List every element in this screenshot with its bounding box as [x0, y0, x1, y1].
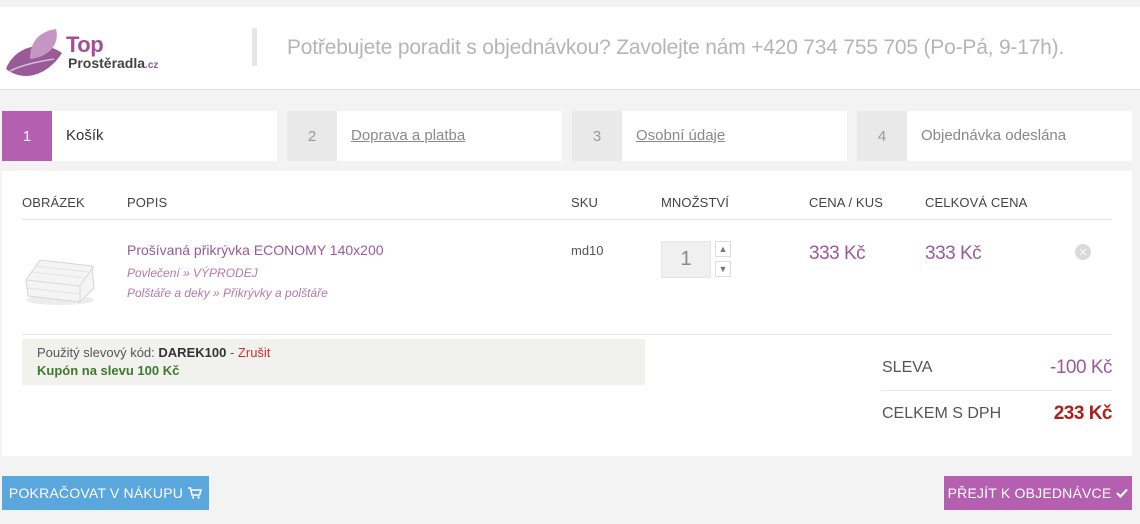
quantity-input[interactable]: 1 [661, 241, 711, 278]
header-description: POPIS [127, 195, 168, 210]
quantity-increase-button[interactable]: ▲ [715, 241, 731, 257]
line-total-price: 333 Kč [925, 243, 982, 264]
coupon-code: DAREK100 [158, 345, 227, 360]
header-sku: SKU [571, 195, 599, 210]
chevron-up-icon: ▲ [718, 244, 728, 254]
close-icon: ✕ [1078, 246, 1088, 259]
logo-sub-text: Prostěradla.cz [68, 55, 158, 71]
continue-shopping-button[interactable]: POKRAČOVAT V NÁKUPU [2, 476, 209, 510]
step-label[interactable]: Doprava a platba [351, 127, 465, 144]
discount-value: -100 Kč [1050, 357, 1112, 378]
header-image: OBRÁZEK [22, 195, 85, 210]
step-cart[interactable]: 1 Košík [2, 111, 277, 161]
header-divider [252, 28, 257, 66]
coupon-line: Použitý slevový kód: DAREK100 - Zrušit [37, 345, 645, 360]
step-shipping-payment[interactable]: 2 Doprava a platba [287, 111, 562, 161]
site-logo[interactable]: Top Prostěradla.cz [2, 29, 172, 85]
step-label: Objednávka odeslána [921, 127, 1067, 144]
duvet-image [25, 259, 95, 305]
discount-label: SLEVA [882, 359, 933, 376]
proceed-to-order-label: PŘEJÍT K OBJEDNÁVCE [947, 485, 1112, 501]
product-category-link[interactable]: Povlečení » VÝPRODEJ [127, 266, 258, 280]
coupon-separator: - [229, 345, 235, 360]
header-total-price: CELKOVÁ CENA [925, 195, 1028, 210]
logo-name: Prostěradla [68, 55, 146, 71]
step-label: Košík [66, 127, 104, 144]
step-label[interactable]: Osobní údaje [636, 127, 725, 144]
step-personal-info[interactable]: 3 Osobní údaje [572, 111, 847, 161]
header-unit-price: CENA / KUS [809, 195, 883, 210]
logo-leaf-icon [6, 29, 62, 76]
cart-icon [188, 487, 203, 499]
step-number: 1 [2, 111, 52, 161]
check-icon [1116, 488, 1129, 498]
cart-panel: OBRÁZEK POPIS SKU MNOŽSTVÍ CENA / KUS CE… [2, 171, 1132, 456]
site-header: Top Prostěradla.cz Potřebujete poradit s… [0, 0, 1140, 90]
chevron-down-icon: ▼ [718, 264, 728, 274]
product-category-link[interactable]: Polštáře a deky » Přikrývky a polštáře [127, 286, 328, 300]
coupon-note: Kupón na slevu 100 Kč [37, 363, 180, 378]
proceed-to-order-button[interactable]: PŘEJÍT K OBJEDNÁVCE [944, 476, 1132, 510]
coupon-label: Použitý slevový kód: [37, 345, 155, 360]
step-order-sent: 4 Objednávka odeslána [857, 111, 1132, 161]
product-sku: md10 [571, 243, 604, 258]
continue-shopping-label: POKRAČOVAT V NÁKUPU [8, 485, 184, 501]
unit-price: 333 Kč [809, 243, 866, 264]
coupon-box: Použitý slevový kód: DAREK100 - Zrušit K… [22, 339, 645, 385]
quantity-decrease-button[interactable]: ▼ [715, 261, 731, 277]
total-value: 233 Kč [1053, 403, 1113, 424]
step-number: 4 [857, 111, 907, 161]
product-image[interactable] [22, 246, 98, 308]
row-divider [22, 334, 1112, 335]
step-number: 3 [572, 111, 622, 161]
step-number: 2 [287, 111, 337, 161]
product-name-link[interactable]: Prošívaná přikrývka ECONOMY 140x200 [127, 242, 384, 258]
contact-info: Potřebujete poradit s objednávkou? Zavol… [287, 36, 1065, 59]
header-quantity: MNOŽSTVÍ [661, 195, 729, 210]
remove-item-button[interactable]: ✕ [1075, 244, 1091, 260]
summary-divider [882, 390, 1112, 391]
logo-tld: .cz [145, 60, 159, 71]
header-divider [22, 219, 1112, 220]
coupon-cancel-link[interactable]: Zrušit [238, 345, 271, 360]
total-label: CELKEM S DPH [882, 405, 1002, 422]
